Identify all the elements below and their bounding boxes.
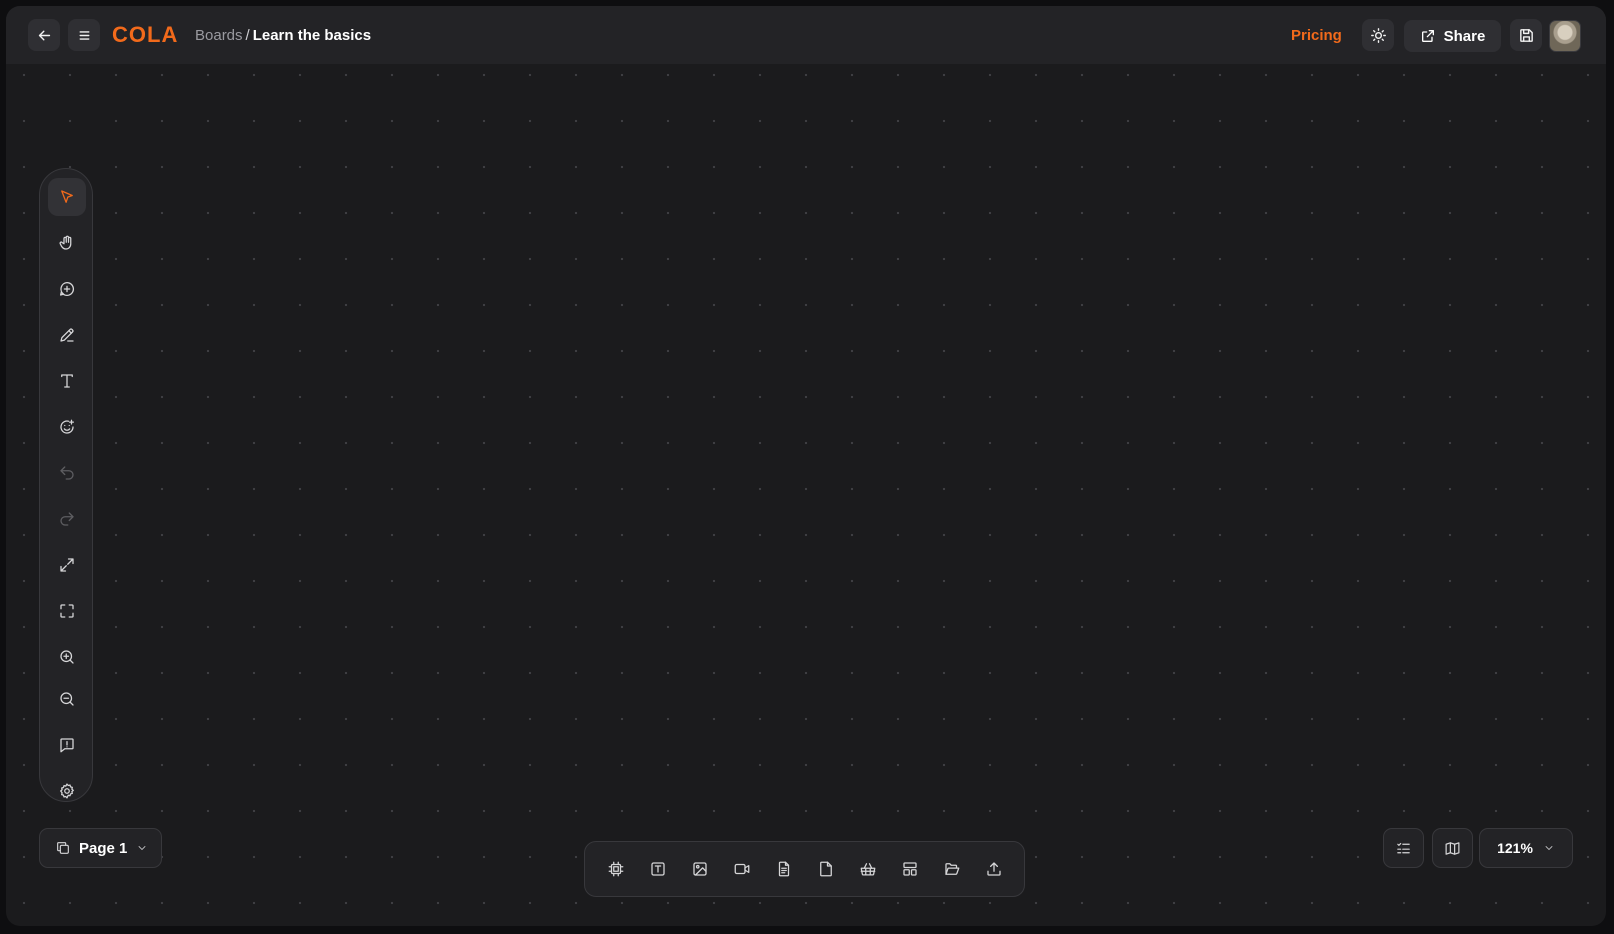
text-icon — [61, 374, 73, 388]
redo-button[interactable] — [48, 500, 86, 538]
add-tool[interactable] — [48, 270, 86, 308]
bottom-toolbar — [584, 841, 1025, 897]
share-label: Share — [1443, 27, 1486, 45]
note-tool[interactable] — [808, 851, 844, 887]
frame-icon — [608, 861, 624, 877]
sun-icon — [1370, 27, 1386, 43]
fit-screen-button[interactable] — [48, 592, 86, 630]
checklist-button[interactable] — [1383, 828, 1424, 868]
arrow-left-icon — [38, 30, 50, 40]
zoom-in-button[interactable] — [48, 638, 86, 676]
theme-toggle-button[interactable] — [1362, 19, 1394, 51]
external-link-icon — [1421, 30, 1434, 42]
select-tool[interactable] — [48, 178, 86, 216]
app-window: COLA Boards / Learn the basics Pricing Sha… — [6, 6, 1606, 926]
message-alert-icon — [60, 738, 74, 753]
upload-icon — [987, 862, 1001, 876]
smiley-plus-icon — [60, 419, 75, 434]
save-button[interactable] — [1510, 19, 1542, 51]
share-button[interactable]: Share — [1404, 20, 1501, 52]
document-tool[interactable] — [766, 851, 802, 887]
back-button[interactable] — [28, 19, 60, 51]
map-icon — [1445, 841, 1460, 855]
plus-circle-icon — [59, 281, 75, 296]
pricing-link[interactable]: Pricing — [1291, 27, 1342, 44]
top-bar: COLA Boards / Learn the basics Pricing Sha… — [6, 6, 1606, 64]
embed-tool[interactable] — [850, 851, 886, 887]
logo[interactable]: COLA — [112, 22, 178, 48]
feedback-button[interactable] — [48, 726, 86, 764]
undo-button[interactable] — [48, 454, 86, 492]
chevron-down-icon — [138, 846, 146, 850]
note-icon — [820, 861, 832, 877]
upload-tool[interactable] — [976, 851, 1012, 887]
settings-button[interactable] — [48, 772, 86, 810]
pencil-icon — [60, 328, 74, 342]
zoom-level: 121% — [1497, 840, 1533, 856]
hand-tool[interactable] — [48, 224, 86, 262]
page-label: Page 1 — [79, 839, 128, 857]
focus-frame-icon — [60, 604, 74, 618]
breadcrumb: Boards / Learn the basics — [195, 27, 371, 44]
text-box-tool[interactable] — [640, 851, 676, 887]
zoom-dropdown[interactable]: 121% — [1479, 828, 1573, 868]
video-tool[interactable] — [724, 851, 760, 887]
open-folder-tool[interactable] — [934, 851, 970, 887]
video-icon — [734, 863, 750, 875]
menu-button[interactable] — [68, 19, 100, 51]
floppy-disk-icon — [1519, 28, 1533, 42]
page-selector[interactable]: Page 1 — [39, 828, 162, 868]
breadcrumb-boards[interactable]: Boards — [195, 27, 243, 44]
breadcrumb-separator: / — [245, 27, 250, 44]
expand-icon — [60, 558, 74, 572]
hamburger-icon — [79, 30, 89, 40]
sticker-tool[interactable] — [48, 408, 86, 446]
folder-open-icon — [945, 863, 960, 875]
avatar[interactable] — [1549, 20, 1581, 52]
frame-tool[interactable] — [598, 851, 634, 887]
expand-button[interactable] — [48, 546, 86, 584]
pen-tool[interactable] — [48, 316, 86, 354]
breadcrumb-current[interactable]: Learn the basics — [253, 27, 371, 44]
zoom-in-icon — [60, 650, 74, 664]
text-box-icon — [651, 862, 665, 876]
text-tool[interactable] — [48, 362, 86, 400]
cursor-icon — [61, 190, 73, 203]
gear-icon — [60, 783, 74, 799]
basket-icon — [860, 863, 876, 876]
layout-tool[interactable] — [892, 851, 928, 887]
image-tool[interactable] — [682, 851, 718, 887]
left-toolbar — [39, 168, 93, 802]
checklist-icon — [1397, 842, 1410, 853]
hand-icon — [59, 235, 72, 250]
minimap-button[interactable] — [1432, 828, 1473, 868]
image-icon — [693, 862, 707, 876]
zoom-out-icon — [60, 692, 74, 706]
document-icon — [778, 861, 790, 877]
undo-icon — [60, 466, 74, 480]
chevron-down-icon — [1545, 846, 1553, 850]
zoom-out-button[interactable] — [48, 680, 86, 718]
redo-icon — [60, 512, 74, 526]
pages-icon — [57, 842, 69, 854]
layout-icon — [903, 862, 917, 876]
